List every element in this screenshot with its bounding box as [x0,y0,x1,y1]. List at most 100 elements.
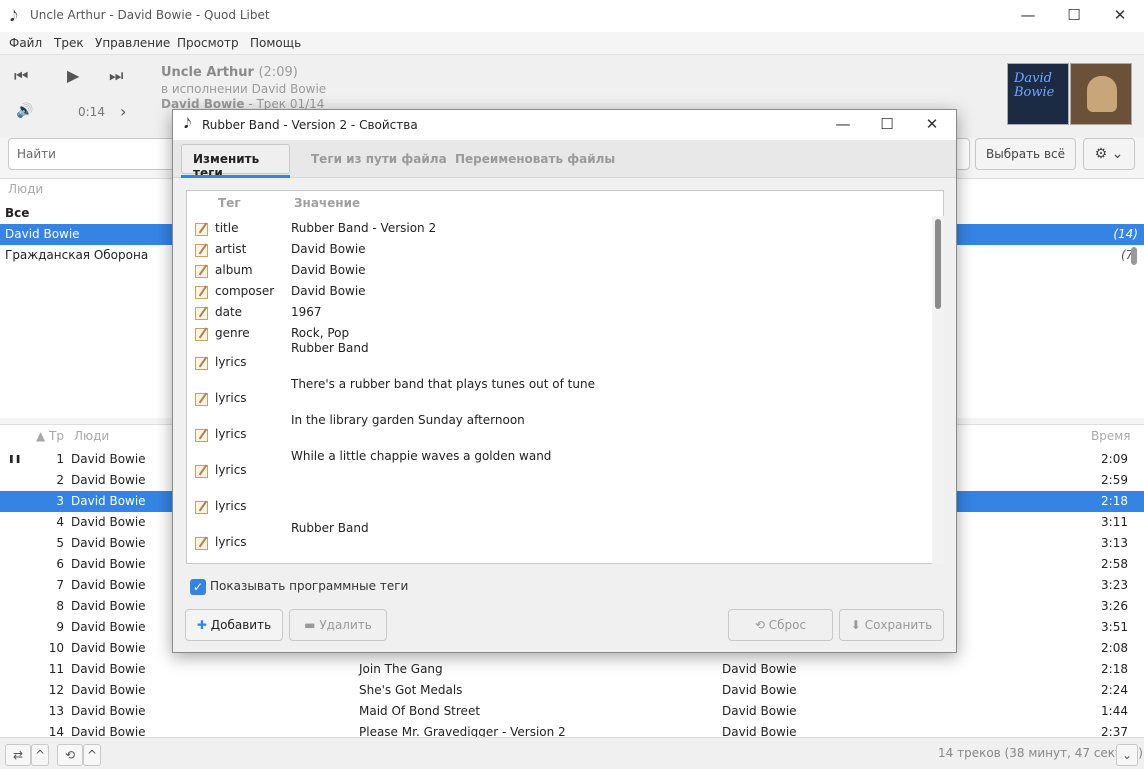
revert-icon: ⟲ [754,618,765,632]
tag-value: Rubber Band [291,341,369,355]
reset-button[interactable]: ⟲ Сброс [728,609,833,641]
add-tag-button[interactable]: ✚ Добавить [185,609,283,641]
tag-table: Тег Значение title Rubber Band - Version … [186,190,944,564]
save-label: Сохранить [864,618,933,632]
edit-tag-icon[interactable] [195,286,208,299]
play-icon[interactable]: ▶ [67,66,79,85]
track-num: 3 [56,494,64,508]
edit-tag-icon[interactable] [195,393,208,406]
track-num: 12 [48,683,64,697]
shuffle-icon[interactable]: ⇄ [5,744,31,766]
menu-help[interactable]: Помощь [250,36,301,50]
tag-value: There's a rubber band that plays tunes o… [291,377,595,391]
track-row[interactable]: 11 David Bowie Join The Gang David Bowie 2:1… [0,659,1144,680]
edit-tag-icon[interactable] [195,307,208,320]
edit-tag-icon[interactable] [195,223,208,236]
edit-tag-icon[interactable] [195,244,208,257]
search-placeholder: Найти [17,147,56,161]
people-header[interactable]: Люди [8,182,43,196]
track-time: 1:44 [1101,704,1128,718]
menu-track[interactable]: Трек [54,36,84,50]
show-program-tags-label[interactable]: Показывать программные теги [210,579,408,593]
edit-tag-icon[interactable] [195,501,208,514]
save-icon: ⬇ [850,618,861,632]
track-artist: David Bowie [71,641,146,655]
track-artist: David Bowie [71,620,146,634]
remove-tag-button[interactable]: ▬ Удалить [289,609,387,641]
reset-label: Сброс [768,618,807,632]
close-button[interactable]: ✕ [1097,0,1143,32]
tag-value: Rubber Band - Version 2 [291,221,437,235]
seek-forward-icon[interactable]: › [120,102,126,121]
track-artist: David Bowie [71,662,146,676]
track-time: 2:09 [1101,452,1128,466]
volume-icon[interactable]: 🔊 [16,103,33,119]
gear-icon: ⚙ ⌄ [1094,146,1124,162]
track-title: Join The Gang [359,662,443,676]
track-time: 3:13 [1101,536,1128,550]
save-button[interactable]: ⬇ Сохранить [839,609,944,641]
menu-control[interactable]: Управление [95,36,170,50]
tab-tags-from-path[interactable]: Теги из пути файла [311,152,447,166]
dialog-close-button[interactable]: ✕ [909,110,955,140]
tag-table-scrollbar[interactable] [932,216,944,564]
show-program-tags-checkbox[interactable]: ✓ [190,579,206,595]
col-time[interactable]: Время [1091,429,1131,443]
dialog-maximize-button[interactable]: ☐ [864,110,910,140]
menu-view[interactable]: Просмотр [177,36,239,50]
tag-key: lyrics [215,463,247,477]
track-time: 2:18 [1101,662,1128,676]
col-value[interactable]: Значение [294,196,360,210]
dialog-minimize-button[interactable]: — [820,110,866,140]
col-tag[interactable]: Тег [218,196,241,210]
album-cover-front[interactable]: David Bowie [1007,63,1069,125]
track-time: 2:59 [1101,473,1128,487]
minimize-button[interactable]: — [1005,0,1051,32]
active-tab-indicator [181,175,290,178]
select-all-button[interactable]: Выбрать всё [975,138,1076,170]
people-scrollbar[interactable] [1131,247,1137,265]
song-length: (2:09) [258,65,298,80]
track-title: She's Got Medals [359,683,463,697]
menu-file[interactable]: Файл [9,36,42,50]
repeat-icon[interactable]: ⟲ [57,744,83,766]
song-title: Uncle Arthur (2:09) [161,65,298,80]
edit-tag-icon[interactable] [195,357,208,370]
album-cover-back[interactable] [1070,63,1132,125]
maximize-button[interactable]: ☐ [1051,0,1097,32]
tag-value: Rock, Pop [291,326,350,340]
minus-icon: ▬ [304,618,316,632]
track-artist: David Bowie [71,473,146,487]
track-num: 4 [56,515,64,529]
next-icon[interactable]: ⏭ [109,66,123,86]
scrollbar-thumb[interactable] [935,219,941,309]
previous-icon[interactable]: ⏮ [14,66,28,86]
track-time: 3:26 [1101,599,1128,613]
plus-icon: ✚ [196,618,207,632]
col-track-label: Тр [49,429,64,443]
tag-key: lyrics [215,391,247,405]
tag-value: David Bowie [291,284,366,298]
col-track-number[interactable]: ▲ Тр [36,429,64,443]
track-row[interactable]: 12 David Bowie She's Got Medals David Bowie… [0,680,1144,701]
edit-tag-icon[interactable] [195,328,208,341]
edit-tag-icon[interactable] [195,465,208,478]
tab-edit-tags[interactable]: Изменить теги [181,144,290,180]
track-num: 7 [56,578,64,592]
edit-tag-icon[interactable] [195,429,208,442]
col-people[interactable]: Люди [74,429,109,443]
app-icon: 𝅘𝅥𝅮 [10,7,18,25]
title-bar: 𝅘𝅥𝅮 Uncle Arthur - David Bowie - Quod Li… [0,0,1144,32]
properties-dialog: 𝅘𝅥𝅮 Rubber Band - Version 2 - Свойства —… [172,109,957,653]
edit-tag-icon[interactable] [195,265,208,278]
queue-toggle-chevron-down-icon[interactable]: ⌄ [1116,744,1138,766]
tab-rename-files[interactable]: Переименовать файлы [455,152,615,166]
repeat-menu-chevron-up-icon[interactable]: ^ [83,744,101,766]
track-num: 8 [56,599,64,613]
track-row[interactable]: 13 David Bowie Maid Of Bond Street David Bo… [0,701,1144,722]
track-artist: David Bowie [71,557,146,571]
now-playing-pause-icon: ❚❚ [8,454,22,463]
settings-menu-button[interactable]: ⚙ ⌄ [1083,138,1135,170]
edit-tag-icon[interactable] [195,537,208,550]
shuffle-menu-chevron-up-icon[interactable]: ^ [31,744,49,766]
